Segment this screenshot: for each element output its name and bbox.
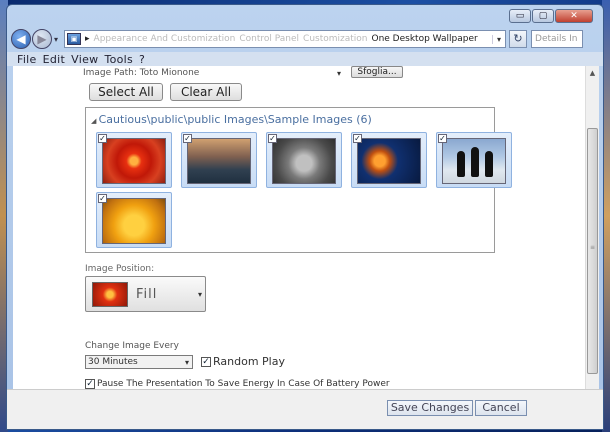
breadcrumb-customization[interactable]: Customization bbox=[301, 34, 369, 44]
image-position-label: Image Position: bbox=[85, 264, 155, 274]
maximize-button[interactable]: ▢ bbox=[532, 9, 554, 23]
battery-row[interactable]: ✓ Pause The Presentation To Save Energy … bbox=[85, 379, 390, 389]
position-value: Fill bbox=[136, 287, 158, 302]
image-position-dropdown[interactable]: Fill ▾ bbox=[85, 276, 206, 312]
dialog-footer: Save Changes Cancel bbox=[7, 389, 603, 429]
menu-bar: File Edit View Tools ? bbox=[7, 52, 603, 66]
scroll-grip-icon: ≡ bbox=[590, 244, 596, 251]
thumbnail-jellyfish[interactable]: ✓ bbox=[351, 132, 427, 188]
interval-dropdown-icon[interactable]: ▾ bbox=[185, 357, 189, 369]
thumbnail-lighthouse[interactable]: ✓ bbox=[181, 132, 257, 188]
thumbnail-chrysanthemum[interactable]: ✓ bbox=[96, 132, 172, 188]
back-button[interactable]: ◀ bbox=[11, 29, 31, 49]
change-interval-select[interactable]: 30 Minutes ▾ bbox=[85, 355, 193, 369]
jellyfish-image bbox=[357, 138, 421, 184]
close-button[interactable]: ✕ bbox=[555, 9, 593, 23]
penguin-shape bbox=[485, 151, 493, 177]
refresh-button[interactable]: ↻ bbox=[509, 30, 528, 48]
chrysanthemum-image bbox=[102, 138, 166, 184]
browse-button[interactable]: Sfoglia... bbox=[351, 66, 403, 78]
navigation-bar: ◀ ▶ ▾ ▣ ▸ Appearance And Customization C… bbox=[7, 27, 603, 51]
scroll-up-icon[interactable]: ▲ bbox=[586, 66, 599, 80]
collapse-arrow-icon[interactable]: ◢ bbox=[91, 117, 99, 125]
minimize-button[interactable]: ▭ bbox=[509, 9, 531, 23]
image-gallery: ◢ Cautious\public\public Images\Sample I… bbox=[85, 107, 512, 253]
lighthouse-image bbox=[187, 138, 251, 184]
menu-edit[interactable]: Edit bbox=[43, 53, 66, 66]
random-play-label: Random Play bbox=[213, 355, 285, 368]
save-changes-button[interactable]: Save Changes bbox=[387, 400, 473, 416]
menu-tools[interactable]: Tools bbox=[104, 53, 133, 66]
thumbnail-penguins[interactable]: ✓ bbox=[436, 132, 512, 188]
menu-view[interactable]: View bbox=[71, 53, 98, 66]
address-arrow-icon[interactable]: ▸ bbox=[83, 34, 92, 44]
thumbnail-koala[interactable]: ✓ bbox=[266, 132, 342, 188]
forward-button[interactable]: ▶ bbox=[32, 29, 52, 49]
gallery-folder-label: Cautious\public\public Images\Sample Ima… bbox=[98, 113, 372, 126]
clear-all-button[interactable]: Clear All bbox=[170, 83, 242, 101]
koala-image bbox=[272, 138, 336, 184]
thumbnail-checkbox[interactable]: ✓ bbox=[98, 134, 107, 143]
thumbnail-checkbox[interactable]: ✓ bbox=[353, 134, 362, 143]
caption-buttons: ▭ ▢ ✕ bbox=[509, 9, 593, 23]
vertical-scrollbar[interactable]: ▲ ≡ bbox=[585, 66, 599, 389]
penguin-shape bbox=[457, 151, 465, 177]
address-bar[interactable]: ▣ ▸ Appearance And Customization Control… bbox=[64, 30, 507, 48]
thumbnail-checkbox[interactable]: ✓ bbox=[438, 134, 447, 143]
search-input[interactable]: Details In bbox=[531, 30, 584, 48]
thumbnail-checkbox[interactable]: ✓ bbox=[98, 194, 107, 203]
position-dropdown-icon[interactable]: ▾ bbox=[198, 290, 202, 299]
random-play-checkbox[interactable]: ✓ bbox=[201, 356, 211, 367]
control-panel-window: ▭ ▢ ✕ ◀ ▶ ▾ ▣ ▸ Appearance And Customiza… bbox=[6, 4, 604, 430]
penguins-image bbox=[442, 138, 506, 184]
random-play-row[interactable]: ✓ Random Play bbox=[201, 355, 285, 368]
breadcrumb-control-panel[interactable]: Control Panel bbox=[237, 34, 301, 44]
image-path-row[interactable]: Image Path: Toto Mionone ▾ bbox=[83, 66, 341, 80]
menu-file[interactable]: File bbox=[17, 53, 37, 66]
breadcrumb-appearance[interactable]: Appearance And Customization bbox=[92, 34, 238, 44]
battery-label: Pause The Presentation To Save Energy In… bbox=[97, 379, 390, 389]
position-preview-image bbox=[92, 282, 128, 307]
interval-value: 30 Minutes bbox=[88, 357, 138, 367]
thumbnail-checkbox[interactable]: ✓ bbox=[268, 134, 277, 143]
menu-help[interactable]: ? bbox=[139, 53, 145, 66]
scroll-thumb[interactable]: ≡ bbox=[587, 128, 598, 374]
cancel-button[interactable]: Cancel bbox=[475, 400, 527, 416]
image-path-dropdown-icon[interactable]: ▾ bbox=[337, 69, 341, 78]
select-all-button[interactable]: Select All bbox=[89, 83, 163, 101]
address-dropdown-icon[interactable]: ▾ bbox=[492, 34, 505, 44]
change-interval-label: Change Image Every bbox=[85, 341, 179, 351]
image-path-label: Image Path: Toto Mionone bbox=[83, 68, 200, 78]
penguin-shape bbox=[471, 147, 479, 177]
battery-checkbox[interactable]: ✓ bbox=[85, 379, 95, 389]
control-panel-icon: ▣ bbox=[67, 33, 82, 45]
thumbnail-tulips[interactable]: ✓ bbox=[96, 192, 172, 248]
tulips-image bbox=[102, 198, 166, 244]
recent-pages-dropdown[interactable]: ▾ bbox=[54, 35, 58, 44]
breadcrumb-desktop-wallpaper[interactable]: One Desktop Wallpaper bbox=[370, 34, 480, 44]
gallery-header[interactable]: ◢ Cautious\public\public Images\Sample I… bbox=[91, 113, 372, 126]
wallpaper-settings-panel: Image Path: Toto Mionone ▾ Sfoglia... Se… bbox=[13, 66, 599, 389]
thumbnail-checkbox[interactable]: ✓ bbox=[183, 134, 192, 143]
